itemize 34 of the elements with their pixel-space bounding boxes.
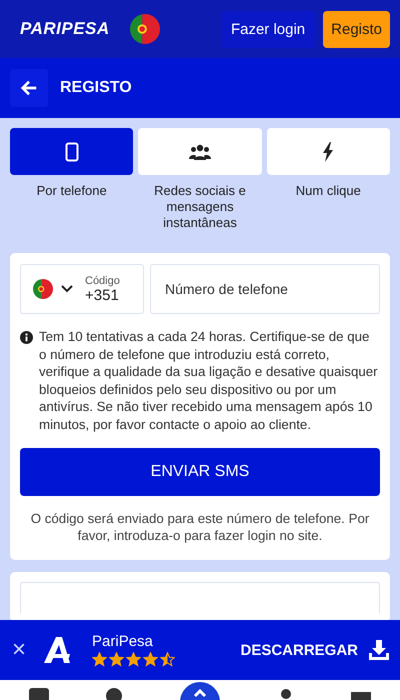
portugal-flag-icon: [33, 279, 53, 299]
download-button[interactable]: DESCARREGAR: [240, 639, 390, 661]
registration-tab[interactable]: [10, 128, 134, 175]
nav-icon[interactable]: [178, 680, 222, 700]
tab-label: Num clique: [294, 183, 362, 199]
app-name: PariPesa: [92, 633, 154, 650]
back-button[interactable]: [10, 69, 48, 107]
country-code-select[interactable]: Código +351: [20, 264, 144, 314]
registration-tab[interactable]: [138, 128, 262, 175]
info-icon: [20, 331, 33, 344]
send-sms-button[interactable]: ENVIAR SMS: [20, 448, 380, 496]
star-icon: [160, 652, 176, 667]
portugal-flag-icon: [130, 14, 160, 44]
info-text: Tem 10 tentativas a cada 24 horas. Certifique-se de que o número de telefone que introduziu está correto, verifique a qualidade da sua ligação e desative quaisquer bloqueios definidos pelo seu dispositivo ou por um antivírus. Se não tiver recebido uma mensagem após 10 minutos, por favor contacte o apoio ao cliente.: [39, 328, 379, 433]
login-button[interactable]: Fazer login: [220, 10, 316, 48]
star-icon: [109, 652, 124, 667]
tab-label: Redes sociais e mensagens instantâneas: [153, 183, 247, 231]
download-icon: [368, 639, 390, 661]
note-text: O código será enviado para este número de telefone. Por favor, introduza-o para fazer login no site.: [30, 510, 370, 544]
lightning-icon: [322, 142, 334, 162]
star-icon: [126, 652, 142, 667]
page-title: REGISTO: [60, 79, 132, 97]
phone-icon: [64, 142, 79, 162]
close-button[interactable]: ×: [10, 636, 28, 664]
register-button[interactable]: Registo: [323, 10, 390, 48]
star-icon: [143, 652, 158, 667]
chevron-down-icon: [61, 285, 73, 293]
logo[interactable]: PARIPESA: [20, 19, 110, 39]
back-arrow-icon: [20, 79, 38, 97]
app-logo-icon: [42, 637, 72, 663]
tab-label: Por telefone: [36, 183, 108, 199]
phone-input[interactable]: Número de telefone: [150, 264, 380, 314]
star-icon: [92, 652, 108, 667]
people-icon: [188, 144, 211, 160]
